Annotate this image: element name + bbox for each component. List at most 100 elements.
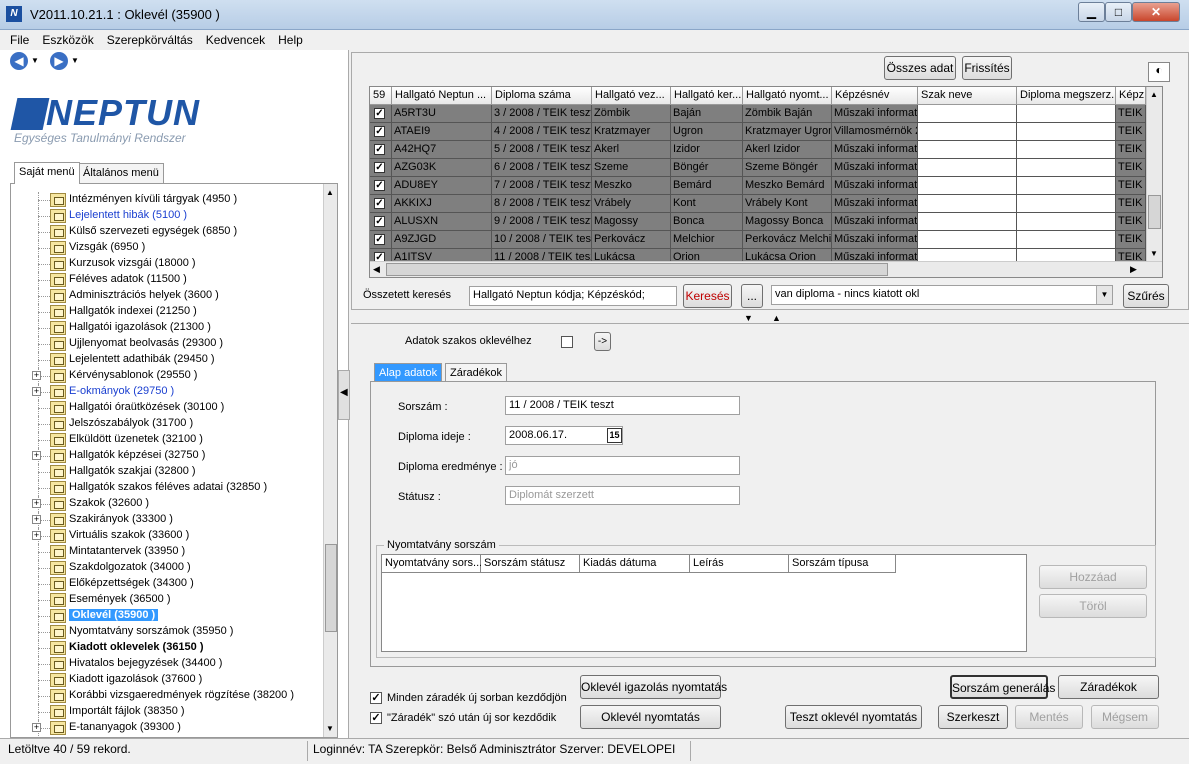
- tree-item[interactable]: Jelszószabályok (31700 ): [11, 416, 327, 432]
- tab-own-menu[interactable]: Saját menü: [14, 162, 80, 184]
- tree-item[interactable]: Hallgatók szakos féléves adatai (32850 ): [11, 480, 327, 496]
- tree-item[interactable]: Előképzettségek (34300 ): [11, 576, 327, 592]
- grid-column-header[interactable]: Hallgató Neptun ...: [392, 87, 492, 105]
- grid-scroll-down-icon[interactable]: ▼: [1150, 249, 1158, 258]
- expand-icon[interactable]: +: [32, 515, 41, 524]
- panel-splitter[interactable]: ◀: [338, 370, 350, 420]
- settings-icon[interactable]: ◐: [1148, 62, 1170, 82]
- calendar-icon[interactable]: 15: [607, 428, 622, 443]
- form-serial-column-header[interactable]: Kiadás dátuma: [580, 555, 690, 573]
- grid-row[interactable]: ✓ ALUSXN 9 / 2008 / TEIK teszt Magossy Bonca…: [370, 213, 1146, 231]
- search-button[interactable]: Keresés: [683, 284, 732, 308]
- form-serial-column-header[interactable]: Sorszám státusz: [481, 555, 580, 573]
- row-select-checkbox[interactable]: ✓: [374, 216, 385, 227]
- tree-item[interactable]: Mintatantervek (33950 ): [11, 544, 327, 560]
- menu-favorites[interactable]: Kedvencek: [198, 30, 270, 47]
- collapse-left-icon[interactable]: ◀: [340, 387, 348, 398]
- menu-file[interactable]: File: [0, 30, 34, 47]
- diploma-date-field[interactable]: 2008.06.17.: [505, 426, 623, 445]
- tree-item[interactable]: Külső szervezeti egységek (6850 ): [11, 224, 327, 240]
- tree-item[interactable]: Szakdolgozatok (34000 ): [11, 560, 327, 576]
- tree-item[interactable]: Nyomtatvány sorszámok (35950 ): [11, 624, 327, 640]
- tree-item[interactable]: Lejelentett hibák (5100 ): [11, 208, 327, 224]
- back-history-icon[interactable]: ▼: [31, 56, 39, 65]
- row-select-checkbox[interactable]: ✓: [374, 126, 385, 137]
- form-serial-column-header[interactable]: Sorszám típusa: [789, 555, 896, 573]
- tree-item[interactable]: Kiadott igazolások (37600 ): [11, 672, 327, 688]
- expand-icon[interactable]: +: [32, 499, 41, 508]
- grid-column-header[interactable]: Szak neve: [918, 87, 1017, 105]
- grid-column-header[interactable]: Hallgató nyomt...: [743, 87, 832, 105]
- tree-item[interactable]: Hallgatók szakjai (32800 ): [11, 464, 327, 480]
- refresh-button[interactable]: Frissítés: [962, 56, 1012, 80]
- tree-item[interactable]: Kurzusok vizsgái (18000 ): [11, 256, 327, 272]
- filter-select[interactable]: van diploma - nincs kiatott okl ▼: [771, 285, 1113, 305]
- add-button[interactable]: Hozzáad: [1039, 565, 1147, 589]
- tree-item[interactable]: Lejelentett adathibák (29450 ): [11, 352, 327, 368]
- row-select-checkbox[interactable]: ✓: [374, 234, 385, 245]
- tree-scroll-thumb[interactable]: [325, 544, 337, 632]
- tree-item[interactable]: + Szakirányok (33300 ): [11, 512, 327, 528]
- tree-scrollbar[interactable]: ▲ ▼: [323, 184, 337, 737]
- tree-item[interactable]: Elküldött üzenetek (32100 ): [11, 432, 327, 448]
- scroll-up-icon[interactable]: ▲: [326, 188, 334, 197]
- tree-item[interactable]: Intézményen kívüli tárgyak (4950 ): [11, 192, 327, 208]
- cancel-button[interactable]: Mégsem: [1091, 705, 1159, 729]
- grid-row-checkbox-cell[interactable]: ✓: [370, 159, 392, 177]
- grid-vscroll-thumb[interactable]: [1148, 195, 1161, 229]
- row-select-checkbox[interactable]: ✓: [374, 180, 385, 191]
- tab-basic-data[interactable]: Alap adatok: [374, 363, 443, 382]
- grid-row-checkbox-cell[interactable]: ✓: [370, 123, 392, 141]
- menu-help[interactable]: Help: [270, 30, 308, 47]
- diploma-print-button[interactable]: Oklevél nyomtatás: [580, 705, 721, 729]
- row-select-checkbox[interactable]: ✓: [374, 162, 385, 173]
- grid-row-checkbox-cell[interactable]: ✓: [370, 141, 392, 159]
- grid-row[interactable]: ✓ AKKIXJ 8 / 2008 / TEIK teszt Vrábely Kont V…: [370, 195, 1146, 213]
- row-select-checkbox[interactable]: ✓: [374, 198, 385, 209]
- grid-scroll-up-icon[interactable]: ▲: [1150, 90, 1158, 99]
- menu-tools[interactable]: Eszközök: [34, 30, 98, 47]
- tree-item[interactable]: + Szakok (32600 ): [11, 496, 327, 512]
- expand-icon[interactable]: +: [32, 723, 41, 732]
- grid-row[interactable]: ✓ ATAEI9 4 / 2008 / TEIK teszt Kratzmayer Ug…: [370, 123, 1146, 141]
- maximize-button[interactable]: □: [1105, 2, 1132, 22]
- tree-item[interactable]: Vizsgák (6950 ): [11, 240, 327, 256]
- certificate-print-button[interactable]: Oklevél igazolás nyomtatás: [580, 675, 727, 699]
- tree-item[interactable]: + Virtuális szakok (33600 ): [11, 528, 327, 544]
- tree-item[interactable]: Adminisztrációs helyek (3600 ): [11, 288, 327, 304]
- search-fields-input[interactable]: Hallgató Neptun kódja; Képzéskód;: [469, 286, 677, 306]
- grid-row-checkbox-cell[interactable]: ✓: [370, 213, 392, 231]
- major-diploma-arrow-button[interactable]: ->: [594, 332, 611, 351]
- tree-item[interactable]: Események (36500 ): [11, 592, 327, 608]
- grid-row-checkbox-cell[interactable]: ✓: [370, 105, 392, 123]
- back-icon[interactable]: ◀: [10, 52, 28, 70]
- tree-item[interactable]: + Hallgatók képzései (32750 ): [11, 448, 327, 464]
- minimize-button[interactable]: ▁: [1078, 2, 1105, 22]
- tree-item[interactable]: Féléves adatok (11500 ): [11, 272, 327, 288]
- expand-icon[interactable]: +: [32, 531, 41, 540]
- splitter-down-icon[interactable]: ▼: [744, 313, 753, 323]
- grid-hscroll[interactable]: ◀ ▶: [370, 261, 1162, 277]
- form-serial-column-header[interactable]: Nyomtatvány sors...: [382, 555, 482, 573]
- scroll-down-icon[interactable]: ▼: [326, 724, 334, 733]
- splitter-up-icon[interactable]: ▲: [772, 313, 781, 323]
- diploma-result-field[interactable]: jó: [505, 456, 740, 475]
- grid-row[interactable]: ✓ A9ZJGD 10 / 2008 / TEIK teszt Perkovácz Me…: [370, 231, 1146, 249]
- grid-scroll-left-icon[interactable]: ◀: [373, 264, 380, 275]
- tree-item[interactable]: Hallgatók indexei (21250 ): [11, 304, 327, 320]
- row-select-checkbox[interactable]: ✓: [374, 108, 385, 119]
- expand-icon[interactable]: +: [32, 371, 41, 380]
- expand-icon[interactable]: +: [32, 387, 41, 396]
- tree-item[interactable]: Kiadott oklevelek (36150 ): [11, 640, 327, 656]
- search-options-button[interactable]: ...: [741, 284, 763, 308]
- clause-newline-checkbox[interactable]: ✓: [370, 692, 382, 704]
- edit-button[interactable]: Szerkeszt: [938, 705, 1008, 729]
- tree-item[interactable]: Hallgatói óraütközések (30100 ): [11, 400, 327, 416]
- save-button[interactable]: Mentés: [1015, 705, 1083, 729]
- tree-item[interactable]: Oklevél (35900 ): [11, 608, 327, 624]
- tree-item[interactable]: Hallgatói igazolások (21300 ): [11, 320, 327, 336]
- grid-row-checkbox-cell[interactable]: ✓: [370, 177, 392, 195]
- serial-field[interactable]: 11 / 2008 / TEIK teszt: [505, 396, 740, 415]
- grid-column-header[interactable]: Hallgató vez...: [592, 87, 671, 105]
- grid-column-header[interactable]: Hallgató ker...: [671, 87, 743, 105]
